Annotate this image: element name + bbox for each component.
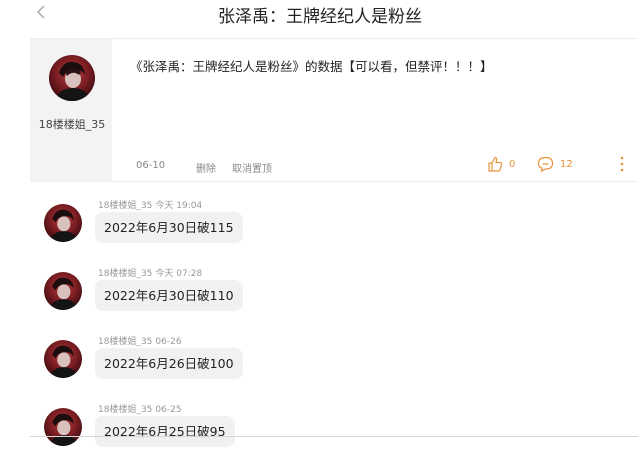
like-button[interactable]: 0 [487, 155, 515, 173]
commenter-avatar[interactable] [44, 272, 82, 310]
unpin-button[interactable]: 取消置顶 [232, 160, 272, 175]
comment-text: 2022年6月30日破110 [95, 280, 243, 311]
commenter-avatar[interactable] [44, 340, 82, 378]
comment-text: 2022年6月25日破95 [95, 416, 235, 447]
delete-button[interactable]: 删除 [196, 160, 216, 175]
comment-text: 2022年6月30日破115 [95, 212, 243, 243]
comment-bubble-icon [537, 156, 554, 172]
commenter-avatar[interactable] [44, 408, 82, 446]
post-author-avatar[interactable] [49, 55, 95, 101]
post-author-name[interactable]: 18楼楼姐_35 [24, 116, 120, 132]
comment-time: 06-25 [155, 405, 182, 415]
like-count: 0 [509, 158, 516, 170]
commenter-name[interactable]: 18楼楼姐_35 [98, 337, 152, 347]
page-title: 张泽禹：王牌经纪人是粉丝 [218, 7, 422, 27]
commenter-name[interactable]: 18楼楼姐_35 [98, 269, 152, 279]
comment-meta: 18楼楼姐_35 今天 19:04 [98, 198, 205, 211]
bottom-divider [30, 436, 638, 437]
comment-meta: 18楼楼姐_35 今天 07:28 [98, 266, 205, 279]
thumbs-up-icon [488, 156, 503, 172]
pinned-post: 18楼楼姐_35 《张泽禹：王牌经纪人是粉丝》的数据【可以看，但禁评！！！】 0… [30, 38, 638, 182]
comment-item: 18楼楼姐_35 今天 19:04 2022年6月30日破115 [44, 200, 604, 260]
comment-meta: 18楼楼姐_35 06-25 [98, 402, 185, 415]
comment-button[interactable]: 12 [537, 155, 573, 173]
top-bar: 张泽禹：王牌经纪人是粉丝 [0, 0, 640, 28]
comment-text: 2022年6月26日破100 [95, 348, 243, 379]
comment-time: 今天 07:28 [155, 269, 203, 279]
post-content: 《张泽禹：王牌经纪人是粉丝》的数据【可以看，但禁评！！！】 [130, 59, 493, 74]
post-date: 06-10 [136, 160, 166, 171]
commenter-name[interactable]: 18楼楼姐_35 [98, 405, 152, 415]
more-options-icon[interactable] [616, 155, 628, 173]
post-author-column: 18楼楼姐_35 [30, 39, 112, 181]
comment-time: 06-26 [155, 337, 182, 347]
comment-item: 18楼楼姐_35 06-25 2022年6月25日破95 [44, 404, 604, 464]
comment-item: 18楼楼姐_35 今天 07:28 2022年6月30日破110 [44, 268, 604, 328]
comment-meta: 18楼楼姐_35 06-26 [98, 334, 185, 347]
comment-count: 12 [560, 158, 573, 170]
comment-item: 18楼楼姐_35 06-26 2022年6月26日破100 [44, 336, 604, 396]
commenter-name[interactable]: 18楼楼姐_35 [98, 201, 152, 211]
comment-time: 今天 19:04 [155, 201, 203, 211]
commenter-avatar[interactable] [44, 204, 82, 242]
